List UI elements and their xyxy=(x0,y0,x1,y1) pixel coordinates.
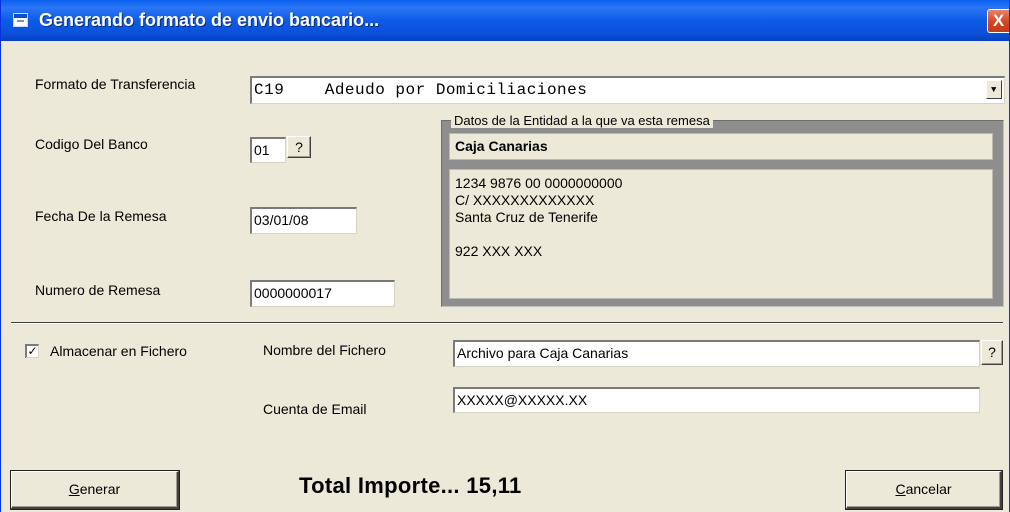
nombre-label: Nombre del Fichero xyxy=(263,342,386,358)
dialog-window: Generando formato de envio bancario... X… xyxy=(0,0,1010,512)
separator xyxy=(11,322,1003,324)
almacenar-label[interactable]: Almacenar en Fichero xyxy=(50,343,187,359)
cancelar-label: ancelar xyxy=(905,481,952,497)
generar-accel: G xyxy=(68,481,80,497)
formato-label: Formato de Transferencia xyxy=(35,76,196,92)
chevron-down-icon[interactable]: ▼ xyxy=(986,80,1002,99)
fecha-input[interactable]: 03/01/08 xyxy=(250,207,357,234)
codigo-input[interactable]: 01 xyxy=(250,137,286,163)
title-bar: Generando formato de envio bancario... X xyxy=(1,0,1009,41)
bank-address: C/ XXXXXXXXXXXXX xyxy=(455,192,595,208)
nombre-input[interactable]: Archivo para Caja Canarias xyxy=(453,340,980,367)
bank-name: Caja Canarias xyxy=(449,133,993,160)
generar-button[interactable]: Generar xyxy=(11,471,179,509)
total-importe: Total Importe... 15,11 xyxy=(299,473,522,498)
close-button[interactable]: X xyxy=(987,9,1009,33)
fecha-label: Fecha De la Remesa xyxy=(35,208,167,224)
codigo-help-button[interactable]: ? xyxy=(287,136,311,158)
bank-info: 1234 9876 00 0000000000 C/ XXXXXXXXXXXXX… xyxy=(449,169,993,299)
generar-label: enerar xyxy=(79,481,121,497)
bank-account: 1234 9876 00 0000000000 xyxy=(455,175,623,191)
email-label: Cuenta de Email xyxy=(263,401,367,417)
email-input[interactable]: XXXXX@XXXXX.XX xyxy=(453,387,980,413)
codigo-label: Codigo Del Banco xyxy=(35,136,148,152)
cancelar-accel: C xyxy=(895,481,906,497)
entity-group-title: Datos de la Entidad a la que va esta rem… xyxy=(451,113,713,128)
formato-select[interactable]: C19 Adeudo por Domiciliaciones ▼ xyxy=(250,76,1005,104)
formato-value: C19 Adeudo por Domiciliaciones xyxy=(254,81,588,99)
window-title: Generando formato de envio bancario... xyxy=(39,10,380,30)
numero-label: Numero de Remesa xyxy=(35,282,161,298)
window-icon xyxy=(13,13,28,27)
cancelar-button[interactable]: Cancelar xyxy=(846,471,1002,509)
almacenar-checkbox[interactable]: ✓ xyxy=(25,344,39,358)
bank-phone: 922 XXX XXX xyxy=(455,243,543,259)
nombre-help-button[interactable]: ? xyxy=(981,340,1003,365)
numero-input[interactable]: 0000000017 xyxy=(250,280,395,307)
bank-city: Santa Cruz de Tenerife xyxy=(455,209,598,225)
